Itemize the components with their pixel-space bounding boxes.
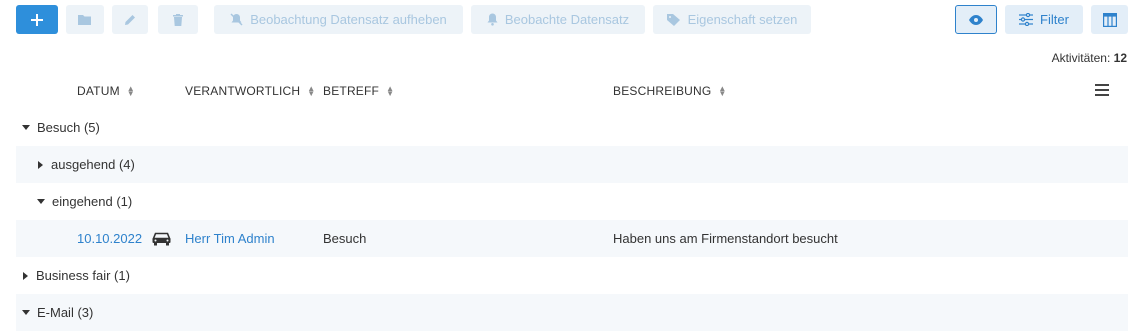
table-row[interactable]: 10.10.2022 Herr Tim Admin Besuch Haben u…: [16, 220, 1128, 257]
group-row-ausgehend[interactable]: ausgehend (4): [16, 146, 1128, 183]
caret-right-icon: [23, 271, 28, 280]
sort-icon: ▲ ▼: [126, 84, 135, 98]
columns-button[interactable]: [1091, 5, 1128, 34]
activity-count-label: Aktivitäten:: [1051, 51, 1111, 65]
column-header-responsible[interactable]: VERANTWORTLICH ▲ ▼: [185, 84, 315, 98]
column-description-label: BESCHREIBUNG: [613, 84, 712, 98]
record-date[interactable]: 10.10.2022: [77, 220, 142, 257]
column-header-description[interactable]: BESCHREIBUNG ▲ ▼: [613, 84, 727, 98]
caret-down-icon: [37, 199, 45, 204]
sort-icon: ▲ ▼: [386, 84, 395, 98]
caret-right-icon: [38, 160, 43, 169]
tags-icon: [666, 13, 681, 26]
plus-icon: [31, 13, 43, 26]
group-label: Besuch (5): [37, 120, 100, 135]
columns-icon: [1102, 12, 1117, 27]
column-header-date[interactable]: DATUM ▲ ▼: [77, 84, 135, 98]
bell-icon: [487, 13, 498, 26]
group-label: Business fair (1): [36, 268, 130, 283]
pencil-icon: [125, 14, 135, 25]
caret-down-icon: [22, 125, 30, 130]
column-date-label: DATUM: [77, 84, 120, 98]
view-button[interactable]: [955, 5, 997, 34]
record-description: Haben uns am Firmenstandort besucht: [613, 231, 838, 246]
folder-icon: [78, 15, 91, 25]
watched-record-button[interactable]: Beobachte Datensatz: [471, 5, 645, 34]
sliders-icon: [1019, 13, 1034, 26]
caret-down-icon: [22, 310, 30, 315]
add-button[interactable]: [16, 5, 58, 34]
activity-count-value: 12: [1113, 51, 1127, 65]
group-row-eingehend[interactable]: eingehend (1): [16, 183, 1128, 220]
group-row-business-fair[interactable]: Business fair (1): [16, 257, 1128, 294]
set-property-label: Eigenschaft setzen: [687, 12, 798, 27]
car-icon: [152, 220, 171, 257]
edit-button[interactable]: [112, 5, 148, 34]
sort-icon: ▲ ▼: [718, 84, 727, 98]
record-responsible[interactable]: Herr Tim Admin: [185, 220, 275, 257]
set-property-button[interactable]: Eigenschaft setzen: [653, 5, 811, 34]
open-button[interactable]: [66, 5, 104, 34]
filter-label: Filter: [1040, 12, 1069, 27]
activity-count: Aktivitäten: 12: [1052, 51, 1127, 65]
unwatch-record-label: Beobachtung Datensatz aufheben: [250, 12, 447, 27]
watched-record-label: Beobachte Datensatz: [504, 12, 630, 27]
group-row-besuch[interactable]: Besuch (5): [16, 109, 1128, 146]
sort-icon: ▲ ▼: [307, 84, 316, 98]
column-menu-icon[interactable]: [1095, 84, 1109, 96]
record-subject: Besuch: [323, 231, 367, 246]
column-subject-label: BETREFF: [323, 84, 380, 98]
group-label: eingehend (1): [52, 194, 133, 209]
trash-icon: [173, 13, 183, 26]
group-label: ausgehend (4): [51, 157, 135, 172]
delete-button[interactable]: [158, 5, 198, 34]
group-row-email[interactable]: E-Mail (3): [16, 294, 1128, 331]
bell-slash-icon: [230, 13, 243, 26]
eye-icon: [969, 14, 983, 25]
group-label: E-Mail (3): [37, 305, 94, 320]
filter-button[interactable]: Filter: [1005, 5, 1083, 34]
unwatch-record-button[interactable]: Beobachtung Datensatz aufheben: [214, 5, 463, 34]
column-header-subject[interactable]: BETREFF ▲ ▼: [323, 84, 394, 98]
column-responsible-label: VERANTWORTLICH: [185, 84, 301, 98]
